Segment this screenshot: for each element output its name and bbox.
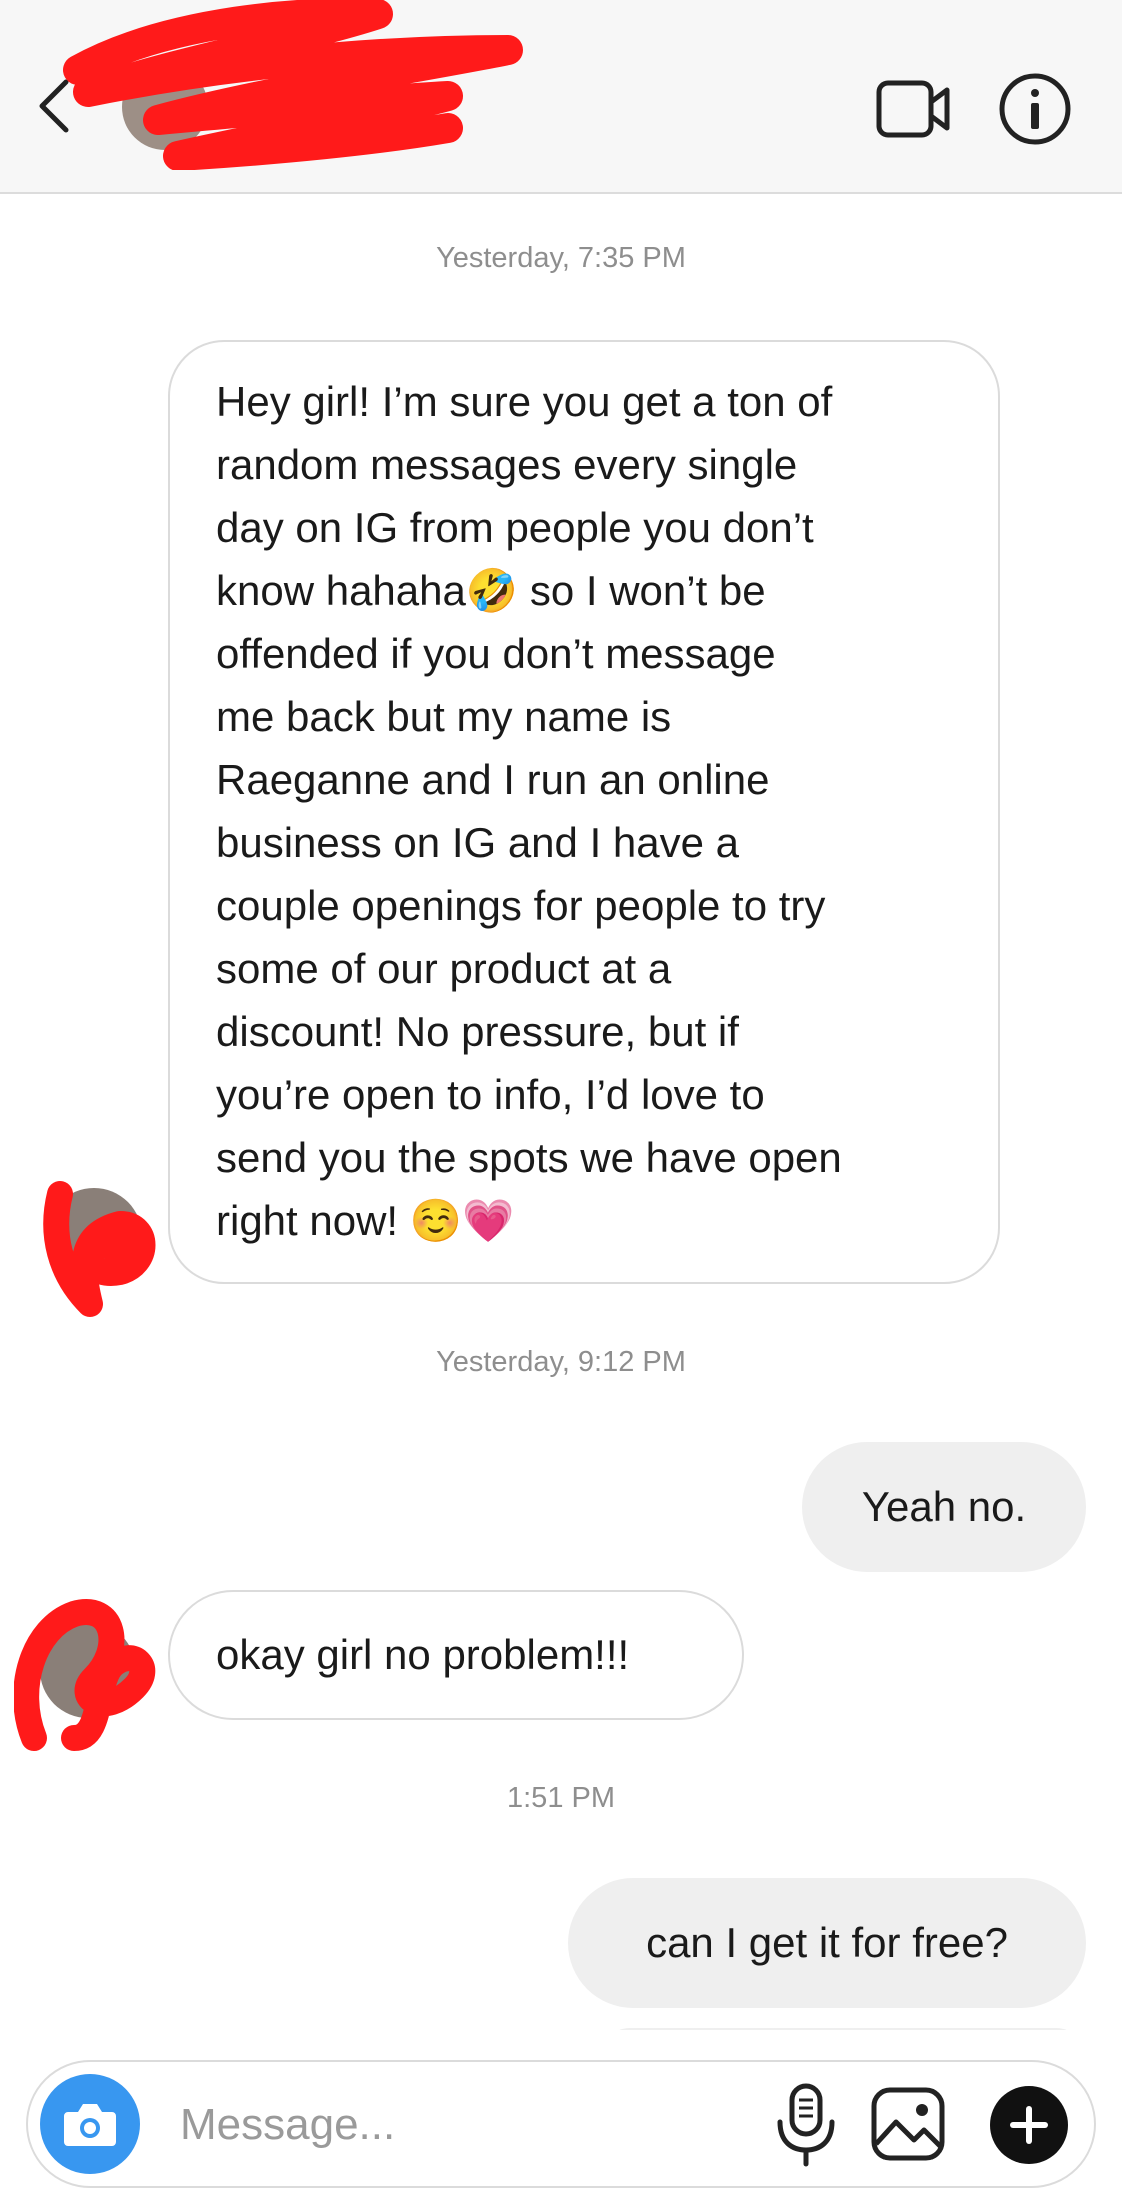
message-line: random messages every single: [216, 441, 798, 488]
image-icon[interactable]: [868, 2084, 948, 2164]
message-input[interactable]: [178, 2088, 762, 2162]
redaction-scribble: [14, 1599, 156, 1751]
incoming-message[interactable]: Hey girl! I’m sure you get a ton of rand…: [168, 340, 1000, 1284]
message-line: right now! ☺️💗: [216, 1197, 515, 1244]
sender-avatar[interactable]: [43, 1181, 156, 1317]
message-line: discount! No pressure, but if: [216, 1008, 739, 1055]
chat-header: Active now: [0, 0, 1122, 194]
info-icon[interactable]: [998, 72, 1072, 146]
timestamp: Yesterday, 9:12 PM: [436, 1346, 686, 1378]
plus-icon[interactable]: [990, 2086, 1068, 2164]
message-line: me back but my name is: [216, 693, 672, 740]
timestamp: Yesterday, 7:35 PM: [436, 242, 686, 274]
video-call-icon[interactable]: [876, 78, 952, 140]
message-line: Hey girl! I’m sure you get a ton of: [216, 378, 833, 425]
message-line: couple openings for people to try: [216, 882, 826, 929]
message-composer: [26, 2060, 1096, 2188]
message-line: send you the spots we have open: [216, 1134, 842, 1181]
timestamp: 1:51 PM: [507, 1782, 615, 1814]
camera-icon[interactable]: [40, 2074, 140, 2174]
message-line: Raeganne and I run an online: [216, 756, 770, 803]
outgoing-message[interactable]: Yeah no.: [802, 1442, 1086, 1572]
redaction-scribble: [63, 0, 523, 170]
message-line: offended if you don’t message: [216, 630, 776, 677]
microphone-icon[interactable]: [766, 2082, 846, 2168]
outgoing-message[interactable]: can I get it for free?: [568, 1878, 1086, 2008]
message-line: some of our product at a: [216, 945, 672, 992]
sender-avatar[interactable]: [14, 1599, 156, 1751]
message-line: day on IG from people you don’t: [216, 504, 814, 551]
message-line: business on IG and I have a: [216, 819, 740, 866]
message-line: you’re open to info, I’d love to: [216, 1071, 765, 1118]
redaction-scribble: [43, 1181, 156, 1317]
message-line: know hahaha🤣 so I won’t be: [216, 567, 766, 614]
incoming-message[interactable]: okay girl no problem!!!: [168, 1590, 744, 1720]
